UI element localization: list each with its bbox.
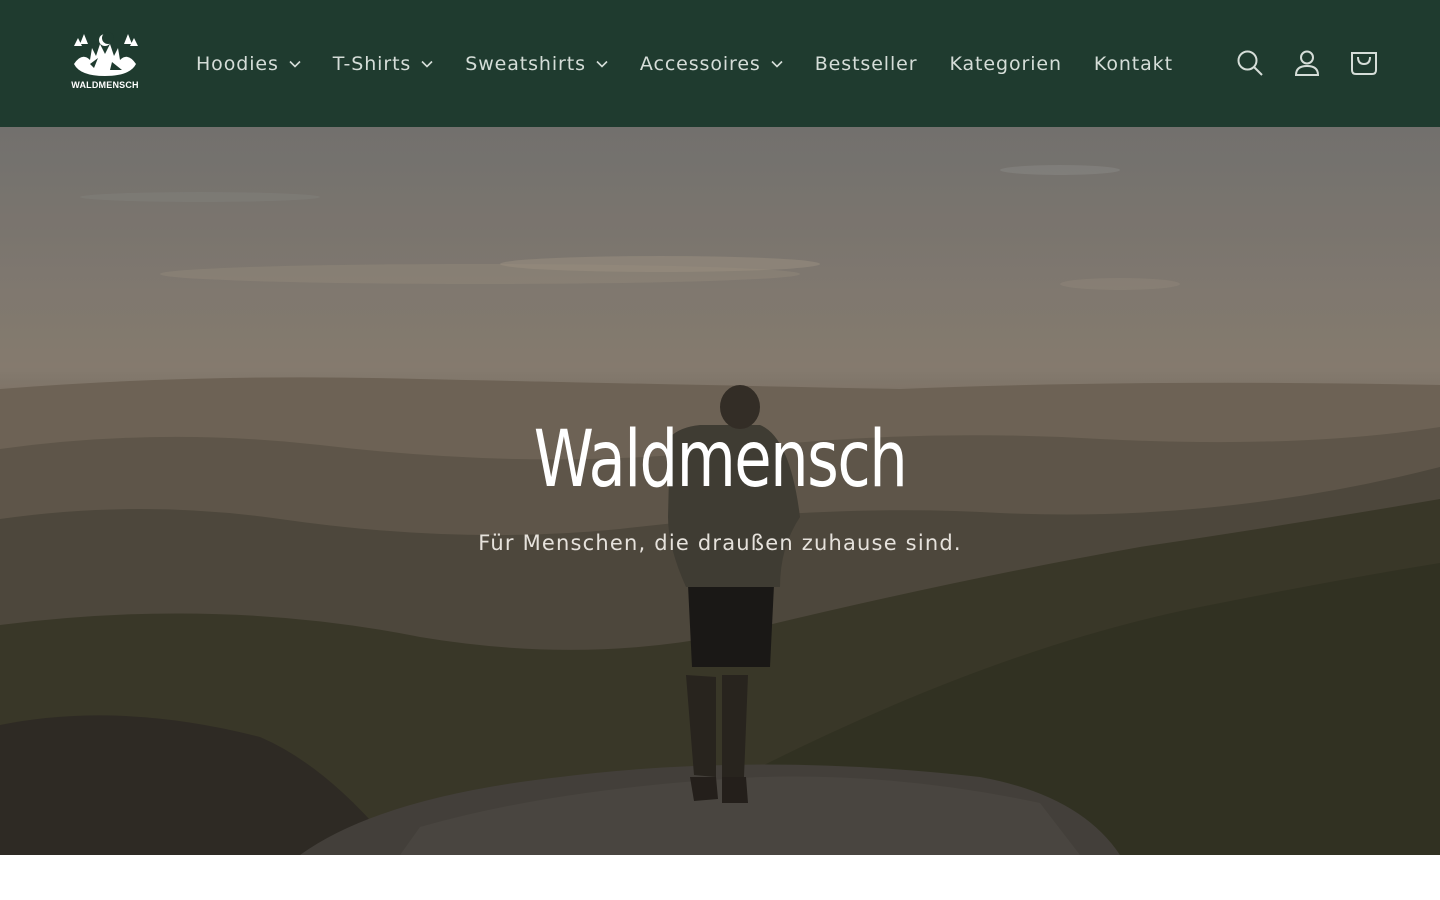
chevron-down-icon: [596, 60, 608, 68]
nav-item-sweatshirts[interactable]: Sweatshirts: [449, 42, 624, 86]
hero-subtitle: Für Menschen, die draußen zuhause sind.: [478, 531, 962, 555]
logo-text: WALDMENSCH: [71, 80, 139, 90]
nav-item-label: Kategorien: [949, 52, 1062, 75]
search-icon: [1237, 50, 1263, 76]
cart-button[interactable]: [1335, 36, 1392, 90]
chevron-down-icon: [421, 60, 433, 68]
account-icon: [1294, 50, 1319, 76]
hero-title: Waldmensch: [533, 415, 908, 505]
header-icons: [1221, 36, 1392, 90]
nav-item-hoodies[interactable]: Hoodies: [180, 42, 317, 86]
nav-item-bestseller[interactable]: Bestseller: [799, 42, 934, 86]
nav-item-label: Accessoires: [639, 52, 761, 75]
nav-item-kategorien[interactable]: Kategorien: [933, 42, 1077, 86]
cart-icon: [1350, 52, 1377, 75]
forest-moon-logo-icon: [74, 32, 138, 76]
hero-banner: Waldmensch Für Menschen, die draußen zuh…: [0, 127, 1440, 855]
page-content-start: [0, 855, 1440, 900]
nav-item-label: T-Shirts: [332, 52, 412, 75]
nav-item-label: Hoodies: [196, 52, 279, 75]
main-navigation: Hoodies T-Shirts Sweatshirts Accessoires…: [180, 0, 1189, 127]
nav-item-label: Kontakt: [1093, 52, 1173, 75]
nav-item-accessoires[interactable]: Accessoires: [624, 42, 799, 86]
nav-item-label: Sweatshirts: [465, 52, 586, 75]
search-button[interactable]: [1221, 36, 1278, 90]
brand-logo[interactable]: WALDMENSCH: [70, 30, 140, 94]
nav-item-kontakt[interactable]: Kontakt: [1078, 42, 1189, 86]
chevron-down-icon: [771, 60, 783, 68]
account-button[interactable]: [1278, 36, 1335, 90]
site-header: WALDMENSCH Hoodies T-Shirts Sweatshirts …: [0, 0, 1440, 127]
chevron-down-icon: [289, 60, 301, 68]
nav-item-label: Bestseller: [814, 52, 918, 75]
nav-item-tshirts[interactable]: T-Shirts: [317, 42, 449, 86]
